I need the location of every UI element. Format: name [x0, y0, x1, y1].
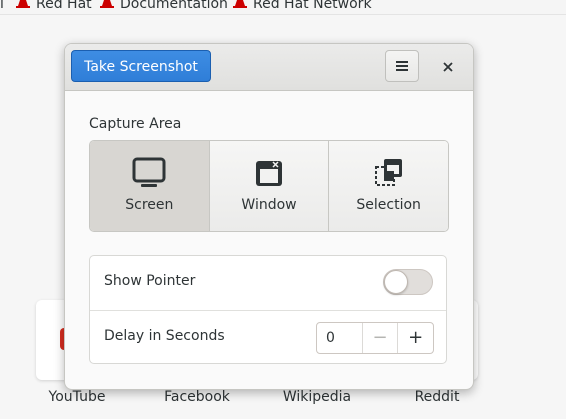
capture-screen-button[interactable]: Screen: [90, 141, 210, 231]
delay-spinbutton: 0 − +: [316, 322, 434, 354]
bookmark-documentation[interactable]: Documentation: [100, 0, 228, 12]
show-pointer-row: Show Pointer: [90, 256, 446, 311]
bookmarks-bar: l Red Hat Documentation Red Hat Network: [0, 0, 566, 14]
dialog-headerbar: Take Screenshot: [65, 44, 473, 91]
screenshot-dialog: Take Screenshot Capture Area Screen Wind…: [64, 43, 474, 390]
bookmark-truncated: l: [0, 0, 4, 12]
delay-input[interactable]: 0: [317, 323, 363, 353]
bookmark-red-hat-network[interactable]: Red Hat Network: [233, 0, 372, 12]
switch-knob: [384, 270, 408, 294]
show-pointer-label: Show Pointer: [104, 273, 196, 289]
capture-selection-button[interactable]: Selection: [329, 141, 448, 231]
close-button[interactable]: [435, 54, 461, 80]
capture-area-heading: Capture Area: [89, 116, 182, 132]
bookmark-label: Red Hat Network: [253, 0, 372, 12]
delay-row: Delay in Seconds 0 − +: [90, 311, 446, 365]
screen-icon: [132, 157, 166, 187]
delay-label: Delay in Seconds: [104, 328, 225, 344]
window-icon: [256, 161, 282, 186]
bookmark-red-hat[interactable]: Red Hat: [16, 0, 92, 12]
increment-button[interactable]: +: [398, 323, 433, 353]
decrement-button[interactable]: −: [363, 323, 399, 353]
bookmark-label: Documentation: [120, 0, 228, 12]
top-site-label[interactable]: YouTube: [17, 389, 137, 405]
top-site-label[interactable]: Wikipedia: [257, 389, 377, 405]
capture-window-button[interactable]: Window: [209, 141, 330, 231]
close-icon: [443, 62, 453, 72]
hamburger-menu-icon: [396, 61, 408, 71]
bookmark-label: Red Hat: [36, 0, 92, 12]
capture-screen-label: Screen: [125, 197, 174, 213]
selection-icon: [374, 159, 402, 186]
options-list: Show Pointer Delay in Seconds 0 − +: [89, 255, 447, 364]
capture-selection-label: Selection: [356, 197, 421, 213]
redhat-icon: [100, 0, 114, 8]
top-site-label[interactable]: Facebook: [137, 389, 257, 405]
redhat-icon: [16, 0, 30, 8]
capture-window-label: Window: [241, 197, 297, 213]
redhat-icon: [233, 0, 247, 8]
capture-area-group: Screen Window Selection: [89, 140, 449, 232]
top-site-label[interactable]: Reddit: [377, 389, 497, 405]
show-pointer-switch[interactable]: [383, 269, 433, 295]
take-screenshot-button[interactable]: Take Screenshot: [71, 50, 211, 82]
menu-button[interactable]: [385, 50, 419, 82]
